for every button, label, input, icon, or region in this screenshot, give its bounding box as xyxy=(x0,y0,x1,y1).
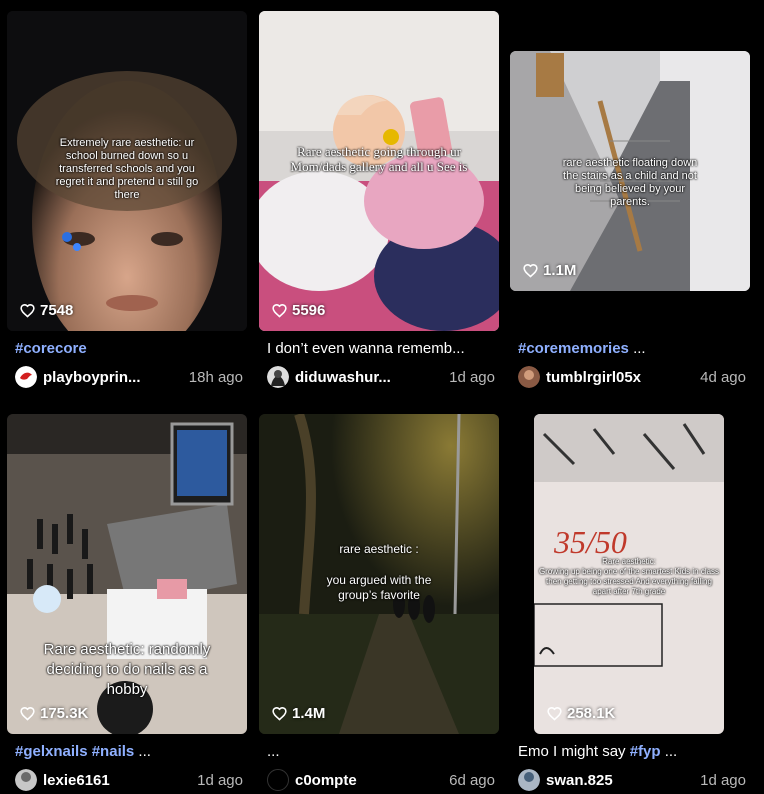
video-caption[interactable]: I don’t even wanna rememb... xyxy=(267,339,495,359)
video-overlay-text: rare aesthetic floating down the stairs … xyxy=(562,157,698,208)
video-author-row[interactable]: lexie6161 1d ago xyxy=(15,769,243,791)
video-thumbnail[interactable]: Extremely rare aesthetic: ur school burn… xyxy=(7,11,247,331)
video-author-row[interactable]: playboyprin... 18h ago xyxy=(15,366,243,388)
video-caption[interactable]: ... xyxy=(267,742,495,762)
video-thumbnail[interactable]: Rare aesthetic: randomly deciding to do … xyxy=(7,414,247,734)
timestamp: 4d ago xyxy=(700,368,746,386)
username[interactable]: playboyprin... xyxy=(43,369,141,386)
video-thumbnail[interactable]: rare aesthetic : you argued with the gro… xyxy=(259,414,499,734)
avatar[interactable] xyxy=(15,769,37,791)
video-overlay-line2: Growing up being one of the smartest Kid… xyxy=(538,567,720,596)
username[interactable]: lexie6161 xyxy=(43,772,110,789)
like-count-value: 5596 xyxy=(292,302,326,319)
avatar[interactable] xyxy=(15,366,37,388)
video-overlay-line1: Rare aesthetic: xyxy=(602,557,656,566)
like-count: 258.1K xyxy=(546,705,615,722)
like-count: 1.1M xyxy=(522,262,576,279)
heart-outline-icon xyxy=(523,264,538,278)
video-overlay-text: Rare aesthetic going through ur Mom/dads… xyxy=(290,144,468,174)
avatar[interactable] xyxy=(518,769,540,791)
video-caption[interactable]: Emo I might say #fyp ... xyxy=(518,742,746,762)
video-author-row[interactable]: diduwashur... 1d ago xyxy=(267,366,495,388)
avatar[interactable] xyxy=(267,769,289,791)
video-caption[interactable]: #corecore xyxy=(15,339,243,359)
like-count: 175.3K xyxy=(19,705,88,722)
like-count-value: 7548 xyxy=(40,302,74,319)
heart-outline-icon xyxy=(20,707,35,721)
username[interactable]: diduwashur... xyxy=(295,369,391,386)
video-author-row[interactable]: c0ompte 6d ago xyxy=(267,769,495,791)
caption-more: ... xyxy=(628,340,646,357)
video-thumbnail[interactable]: rare aesthetic floating down the stairs … xyxy=(510,51,750,291)
timestamp: 1d ago xyxy=(700,771,746,789)
hashtag-link[interactable]: #fyp xyxy=(630,743,661,760)
video-caption[interactable]: #corememories ... xyxy=(518,339,746,359)
hashtag-link[interactable]: #corememories xyxy=(518,340,629,357)
like-count: 1.4M xyxy=(271,705,325,722)
like-count-value: 1.4M xyxy=(292,705,326,722)
like-count-value: 258.1K xyxy=(567,705,616,722)
video-thumbnail[interactable]: Rare aesthetic going through ur Mom/dads… xyxy=(259,11,499,331)
video-overlay-text: Rare aesthetic: randomly deciding to do … xyxy=(43,641,211,698)
hashtag-link[interactable]: #nails xyxy=(92,743,135,760)
timestamp: 18h ago xyxy=(188,368,243,386)
video-author-row[interactable]: swan.825 1d ago xyxy=(518,769,746,791)
timestamp: 6d ago xyxy=(449,771,495,789)
heart-outline-icon xyxy=(20,304,35,318)
like-count-value: 175.3K xyxy=(40,705,89,722)
video-overlay-line1: rare aesthetic : xyxy=(339,542,419,556)
avatar[interactable] xyxy=(518,366,540,388)
video-overlay-text: Extremely rare aesthetic: ur school burn… xyxy=(55,137,199,201)
paper-score: 35/50 xyxy=(554,524,627,560)
video-thumbnail[interactable]: 35/50 Rare aesthetic: Growing up being o… xyxy=(534,414,724,734)
timestamp: 1d ago xyxy=(449,368,495,386)
timestamp: 1d ago xyxy=(197,771,243,789)
caption-text: Emo I might say xyxy=(518,743,630,760)
like-count: 7548 xyxy=(19,302,73,319)
hashtag-link[interactable]: #gelxnails xyxy=(15,743,88,760)
like-count: 5596 xyxy=(271,302,325,319)
username[interactable]: tumblrgirl05x xyxy=(546,369,641,386)
username[interactable]: swan.825 xyxy=(546,772,613,789)
caption-more: ... xyxy=(134,743,151,760)
heart-outline-icon xyxy=(547,707,562,721)
hashtag-link[interactable]: #corecore xyxy=(15,340,87,357)
video-author-row[interactable]: tumblrgirl05x 4d ago xyxy=(518,366,746,388)
video-caption[interactable]: #gelxnails #nails ... xyxy=(15,742,243,762)
like-count-value: 1.1M xyxy=(543,262,577,279)
avatar[interactable] xyxy=(267,366,289,388)
caption-more: ... xyxy=(660,743,678,760)
video-grid: Extremely rare aesthetic: ur school burn… xyxy=(0,0,764,794)
heart-outline-icon xyxy=(272,304,287,318)
heart-outline-icon xyxy=(272,707,287,721)
username[interactable]: c0ompte xyxy=(295,772,357,789)
video-overlay-line2: you argued with the group’s favorite xyxy=(326,573,432,602)
